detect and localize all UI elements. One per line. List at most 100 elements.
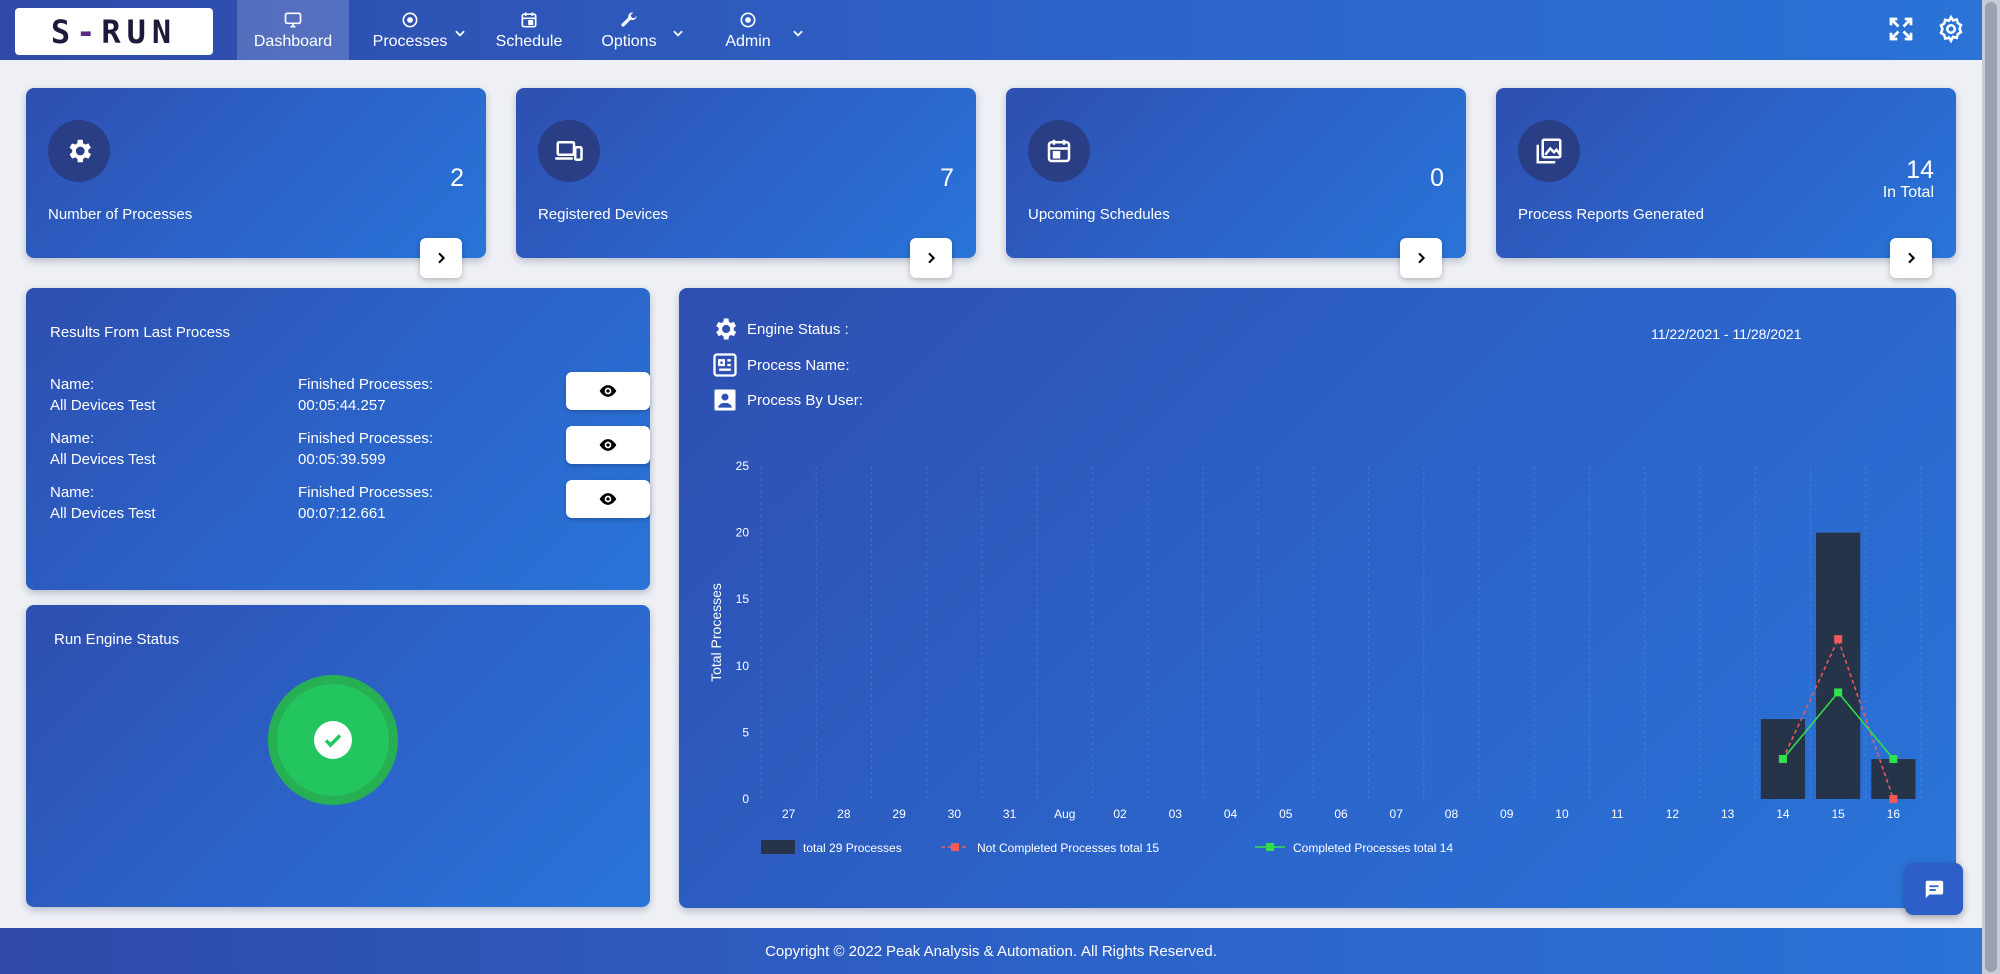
- x-tick-label: 05: [1279, 807, 1293, 821]
- open-reports-button[interactable]: [1890, 238, 1932, 278]
- nav-admin-label: Admin: [725, 32, 771, 50]
- result-time: Finished Processes: 00:07:12.661: [298, 482, 433, 524]
- processes-chart: 0510152025Total Processes27 28 29 30 31 Aug 02…: [708, 459, 1922, 855]
- result-name-label: Name:: [50, 376, 95, 393]
- result-time-value: 00:05:39.599: [298, 451, 386, 468]
- legend-marker-completed: [1266, 843, 1274, 851]
- stat-label: Number of Processes: [48, 206, 193, 223]
- view-result-button[interactable]: [566, 372, 650, 410]
- result-row: Name: All Devices Test Finished Processe…: [50, 480, 650, 530]
- x-tick-label: 03: [1169, 807, 1183, 821]
- eye-icon: [599, 385, 617, 397]
- stat-label: Process Reports Generated: [1518, 206, 1704, 223]
- stat-value: 0: [1430, 164, 1444, 192]
- result-time-label: Finished Processes:: [298, 376, 434, 393]
- x-tick-label: 07: [1390, 807, 1404, 821]
- x-tick-label: 04: [1224, 807, 1238, 821]
- chat-icon: [1925, 880, 1944, 899]
- nav-schedule-label: Schedule: [495, 32, 563, 50]
- stat-icon-wrapper: [48, 120, 110, 182]
- y-tick-label: 25: [736, 459, 750, 473]
- logo-text-dash: -: [76, 12, 102, 51]
- stat-card-devices: 7 Registered Devices: [516, 88, 976, 278]
- result-time-label: Finished Processes:: [298, 484, 434, 501]
- engine-status-indicator: [268, 675, 398, 805]
- result-time-label: Finished Processes:: [298, 430, 434, 447]
- x-tick-label: 11: [1611, 807, 1624, 821]
- x-tick-label: 14: [1776, 807, 1790, 821]
- gallery-icon: [1536, 138, 1562, 164]
- stat-icon-wrapper: [1518, 120, 1580, 182]
- nav-options[interactable]: Options: [596, 0, 662, 60]
- stat-card-reports: 14 In Total Process Reports Generated: [1496, 88, 1956, 278]
- point-not-completed: [1889, 795, 1898, 803]
- calendar-icon: [1047, 139, 1071, 163]
- nav-schedule[interactable]: Schedule: [494, 0, 564, 60]
- bar: [1816, 532, 1861, 799]
- legend-swatch-total: [761, 840, 795, 854]
- x-tick-label: 12: [1666, 807, 1680, 821]
- stat-icon-wrapper: [1028, 120, 1090, 182]
- y-tick-label: 10: [736, 659, 750, 673]
- x-tick-label: 13: [1721, 807, 1735, 821]
- x-tick-label: 16: [1887, 807, 1901, 821]
- x-tick-label: 06: [1334, 807, 1348, 821]
- x-tick-label: 30: [948, 807, 962, 821]
- view-result-button[interactable]: [566, 426, 650, 464]
- nav-processes[interactable]: Processes: [372, 0, 448, 60]
- monitor-icon: [284, 12, 302, 27]
- chat-button[interactable]: [1905, 863, 1963, 915]
- x-tick-label: 08: [1445, 807, 1459, 821]
- x-tick-label: 10: [1555, 807, 1569, 821]
- result-name: Name: All Devices Test: [50, 428, 156, 470]
- nav-admin[interactable]: Admin: [718, 0, 778, 60]
- footer-rights: All Rights Reserved.: [1081, 942, 1217, 960]
- footer-company-link[interactable]: Peak Analysis & Automation.: [886, 943, 1077, 960]
- stat-label: Upcoming Schedules: [1028, 206, 1170, 223]
- chevron-down-icon[interactable]: [791, 26, 805, 40]
- x-tick-label: 31: [1003, 807, 1017, 821]
- x-tick-label: 09: [1500, 807, 1514, 821]
- process-icon: [402, 12, 418, 27]
- result-time-value: 00:05:44.257: [298, 397, 386, 414]
- x-tick-label: 15: [1831, 807, 1845, 821]
- footer: Copyright © 2022 Peak Analysis & Automat…: [0, 928, 1982, 974]
- nav-processes-label: Processes: [372, 32, 448, 50]
- eye-icon: [599, 493, 617, 505]
- chevron-down-icon[interactable]: [671, 26, 685, 40]
- open-processes-button[interactable]: [420, 238, 462, 278]
- fullscreen-icon[interactable]: [1886, 14, 1916, 44]
- result-time: Finished Processes: 00:05:44.257: [298, 374, 433, 416]
- open-devices-button[interactable]: [910, 238, 952, 278]
- gear-icon[interactable]: [1936, 14, 1966, 44]
- wrench-icon: [621, 11, 637, 27]
- stat-subtext: In Total: [1882, 184, 1934, 201]
- calendar-icon: [521, 12, 537, 27]
- stat-value: 14: [1906, 156, 1934, 184]
- check-icon: [314, 721, 352, 759]
- chart-card: Engine Status : Process Name: Process By…: [679, 288, 1963, 915]
- open-schedules-button[interactable]: [1400, 238, 1442, 278]
- gear-icon: [69, 139, 91, 163]
- view-result-button[interactable]: [566, 480, 650, 518]
- y-axis-label: Total Processes: [708, 583, 724, 682]
- results-card: Results From Last Process Name: All Devi…: [26, 288, 650, 590]
- nav-dashboard[interactable]: Dashboard: [237, 0, 349, 60]
- nav-options-label: Options: [601, 32, 657, 50]
- result-name-value: All Devices Test: [50, 505, 156, 522]
- page-scrollbar[interactable]: [1982, 0, 2000, 974]
- legend-label-not-completed: Not Completed Processes total 15: [977, 841, 1159, 855]
- app-logo[interactable]: S - RUN: [15, 8, 213, 55]
- result-name: Name: All Devices Test: [50, 374, 156, 416]
- chevron-down-icon[interactable]: [453, 26, 467, 40]
- result-name: Name: All Devices Test: [50, 482, 156, 524]
- chevron-right-icon: [928, 252, 936, 264]
- chevron-right-icon: [438, 252, 446, 264]
- result-time: Finished Processes: 00:05:39.599: [298, 428, 433, 470]
- scrollbar-thumb[interactable]: [1985, 2, 1997, 972]
- stat-card-processes: 2 Number of Processes: [26, 88, 486, 278]
- result-row: Name: All Devices Test Finished Processe…: [50, 426, 650, 476]
- point-completed: [1889, 755, 1898, 764]
- result-time-value: 00:07:12.661: [298, 505, 386, 522]
- engine-status-card: Run Engine Status: [26, 605, 650, 907]
